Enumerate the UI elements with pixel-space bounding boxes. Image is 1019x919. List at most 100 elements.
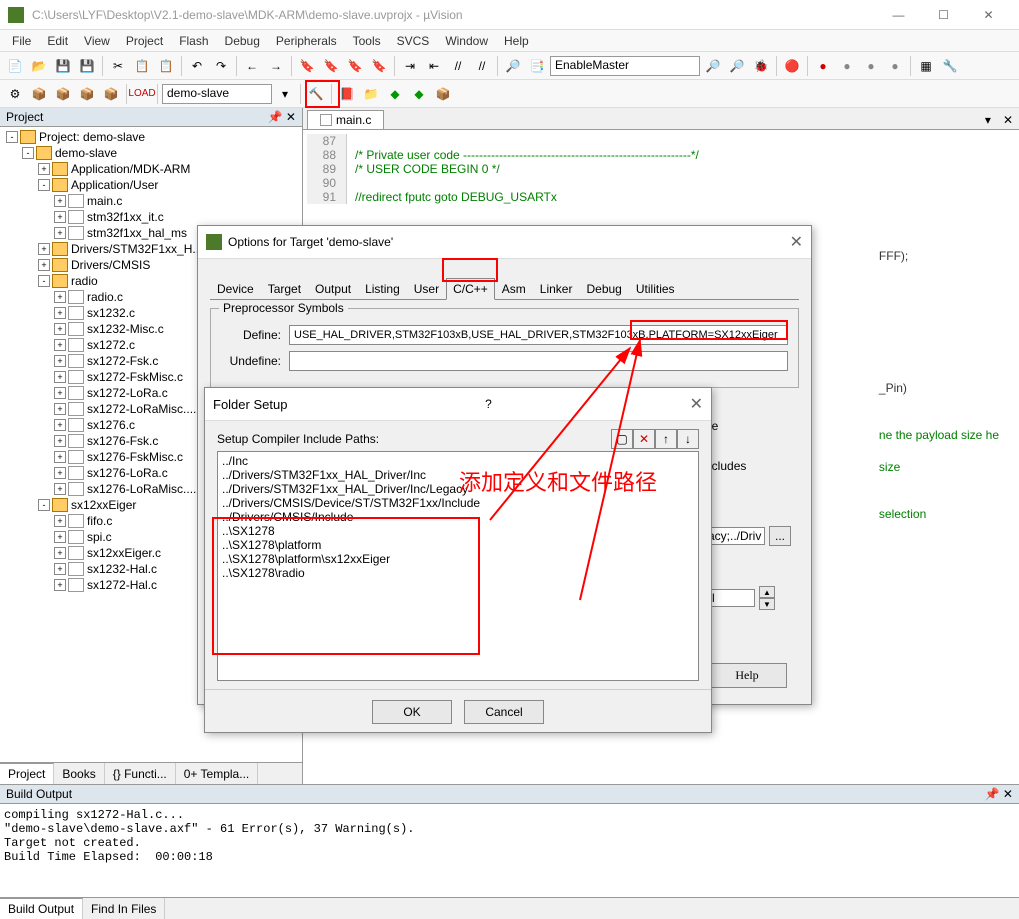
open-icon[interactable]: 📂 bbox=[28, 55, 50, 77]
delete-path-icon[interactable]: ✕ bbox=[633, 429, 655, 449]
kill-icon[interactable]: ● bbox=[884, 55, 906, 77]
folder-help-icon[interactable]: ? bbox=[477, 397, 500, 411]
bookmark-icon[interactable]: 🔖 bbox=[296, 55, 318, 77]
include-paths-list[interactable]: ../Inc../Drivers/STM32F1xx_HAL_Driver/In… bbox=[217, 451, 699, 681]
translate-icon[interactable]: ⚙ bbox=[4, 83, 26, 105]
rebuild-icon[interactable]: 📦 bbox=[52, 83, 74, 105]
comment-icon[interactable]: // bbox=[447, 55, 469, 77]
define-input[interactable] bbox=[289, 325, 788, 345]
minimize-button[interactable]: — bbox=[876, 0, 921, 30]
folder-close-icon[interactable]: ✕ bbox=[690, 394, 703, 414]
cut-icon[interactable]: ✂ bbox=[107, 55, 129, 77]
stop-icon[interactable]: ● bbox=[836, 55, 858, 77]
manage-rte-icon[interactable]: ◆ bbox=[384, 83, 406, 105]
options-tab-linker[interactable]: Linker bbox=[533, 278, 580, 300]
options-tab-cc[interactable]: C/C++ bbox=[446, 278, 495, 300]
file-ext-icon[interactable]: 📁 bbox=[360, 83, 382, 105]
build-tab-0[interactable]: Build Output bbox=[0, 898, 83, 919]
menu-debug[interactable]: Debug bbox=[217, 34, 268, 48]
bottom-tab-3[interactable]: 0+ Templa... bbox=[176, 763, 258, 784]
options-tab-user[interactable]: User bbox=[407, 278, 446, 300]
nav-back-icon[interactable]: ← bbox=[241, 55, 263, 77]
uncomment-icon[interactable]: // bbox=[471, 55, 493, 77]
file-main[interactable]: +main.c bbox=[2, 193, 300, 209]
maximize-button[interactable]: ☐ bbox=[921, 0, 966, 30]
menu-svcs[interactable]: SVCS bbox=[389, 34, 438, 48]
grp-user[interactable]: -Application/User bbox=[2, 177, 300, 193]
disable-icon[interactable]: ● bbox=[860, 55, 882, 77]
spinner-up[interactable]: ▲ bbox=[759, 586, 775, 598]
options-tab-device[interactable]: Device bbox=[210, 278, 261, 300]
undefine-input[interactable] bbox=[289, 351, 788, 371]
bookmark-prev-icon[interactable]: 🔖 bbox=[320, 55, 342, 77]
breakpoint-icon[interactable]: 🔴 bbox=[781, 55, 803, 77]
debug-icon[interactable]: 🐞 bbox=[750, 55, 772, 77]
batch-build-icon[interactable]: 📦 bbox=[76, 83, 98, 105]
include-path-item[interactable]: ..\SX1278\platform\sx12xxEiger bbox=[220, 552, 696, 566]
config-icon[interactable]: 🔧 bbox=[939, 55, 961, 77]
copy-icon[interactable]: 📋 bbox=[131, 55, 153, 77]
nav-fwd-icon[interactable]: → bbox=[265, 55, 287, 77]
build-output-text[interactable]: compiling sx1272-Hal.c... "demo-slave\de… bbox=[0, 804, 1019, 897]
options-close-icon[interactable]: ✕ bbox=[790, 232, 803, 252]
find-in-files-icon[interactable]: 🔎 bbox=[702, 55, 724, 77]
outdent-icon[interactable]: ⇤ bbox=[423, 55, 445, 77]
menu-help[interactable]: Help bbox=[496, 34, 537, 48]
move-up-icon[interactable]: ↑ bbox=[655, 429, 677, 449]
incremental-icon[interactable]: 📑 bbox=[526, 55, 548, 77]
build-icon[interactable]: 📦 bbox=[28, 83, 50, 105]
include-path-item[interactable]: ../Drivers/STM32F1xx_HAL_Driver/Inc bbox=[220, 468, 696, 482]
options-tab-utilities[interactable]: Utilities bbox=[629, 278, 682, 300]
menu-tools[interactable]: Tools bbox=[345, 34, 389, 48]
menu-flash[interactable]: Flash bbox=[171, 34, 216, 48]
proj-root[interactable]: -Project: demo-slave bbox=[2, 129, 300, 145]
close-button[interactable]: ✕ bbox=[966, 0, 1011, 30]
panel-pin-icon[interactable]: 📌 ✕ bbox=[268, 110, 296, 124]
menu-peripherals[interactable]: Peripherals bbox=[268, 34, 345, 48]
undo-icon[interactable]: ↶ bbox=[186, 55, 208, 77]
options-tab-target[interactable]: Target bbox=[261, 278, 308, 300]
build-pin-icon[interactable]: 📌 ✕ bbox=[985, 787, 1013, 801]
new-path-icon[interactable]: ▢ bbox=[611, 429, 633, 449]
include-path-item[interactable]: ../Inc bbox=[220, 454, 696, 468]
redo-icon[interactable]: ↷ bbox=[210, 55, 232, 77]
include-path-item[interactable]: ..\SX1278\radio bbox=[220, 566, 696, 580]
options-icon[interactable]: 🔨 bbox=[305, 83, 327, 105]
tab-dropdown-icon[interactable]: ▾ bbox=[979, 111, 997, 129]
include-path-item[interactable]: ../Drivers/CMSIS/Device/ST/STM32F1xx/Inc… bbox=[220, 496, 696, 510]
paste-icon[interactable]: 📋 bbox=[155, 55, 177, 77]
window-icon[interactable]: ▦ bbox=[915, 55, 937, 77]
manage-icon[interactable]: 📕 bbox=[336, 83, 358, 105]
help-button[interactable]: Help bbox=[707, 663, 787, 688]
bottom-tab-0[interactable]: Project bbox=[0, 763, 54, 784]
grp-mdkarm[interactable]: +Application/MDK-ARM bbox=[2, 161, 300, 177]
bottom-tab-2[interactable]: {} Functi... bbox=[105, 763, 176, 784]
options-tab-debug[interactable]: Debug bbox=[579, 278, 628, 300]
save-icon[interactable]: 💾 bbox=[52, 55, 74, 77]
menu-edit[interactable]: Edit bbox=[39, 34, 76, 48]
target[interactable]: -demo-slave bbox=[2, 145, 300, 161]
include-path-item[interactable]: ../Drivers/STM32F1xx_HAL_Driver/Inc/Lega… bbox=[220, 482, 696, 496]
search-icon[interactable]: 🔎 bbox=[726, 55, 748, 77]
record-icon[interactable]: ● bbox=[812, 55, 834, 77]
tab-close-icon[interactable]: ✕ bbox=[997, 111, 1019, 129]
options-tab-output[interactable]: Output bbox=[308, 278, 358, 300]
new-file-icon[interactable]: 📄 bbox=[4, 55, 26, 77]
ok-button[interactable]: OK bbox=[372, 700, 452, 724]
bookmark-clear-icon[interactable]: 🔖 bbox=[368, 55, 390, 77]
pack-icon[interactable]: ◆ bbox=[408, 83, 430, 105]
find-combo[interactable]: EnableMaster bbox=[550, 56, 700, 76]
save-all-icon[interactable]: 💾 bbox=[76, 55, 98, 77]
cancel-button[interactable]: Cancel bbox=[464, 700, 544, 724]
include-path-item[interactable]: ..\SX1278\platform bbox=[220, 538, 696, 552]
include-path-item[interactable]: ..\SX1278 bbox=[220, 524, 696, 538]
find-icon[interactable]: 🔎 bbox=[502, 55, 524, 77]
pack-installer-icon[interactable]: 📦 bbox=[432, 83, 454, 105]
menu-project[interactable]: Project bbox=[118, 34, 171, 48]
options-tab-asm[interactable]: Asm bbox=[495, 278, 533, 300]
tab-main-c[interactable]: main.c bbox=[307, 110, 384, 129]
menu-file[interactable]: File bbox=[4, 34, 39, 48]
file-it[interactable]: +stm32f1xx_it.c bbox=[2, 209, 300, 225]
browse-button[interactable]: ... bbox=[769, 526, 791, 546]
bottom-tab-1[interactable]: Books bbox=[54, 763, 104, 784]
